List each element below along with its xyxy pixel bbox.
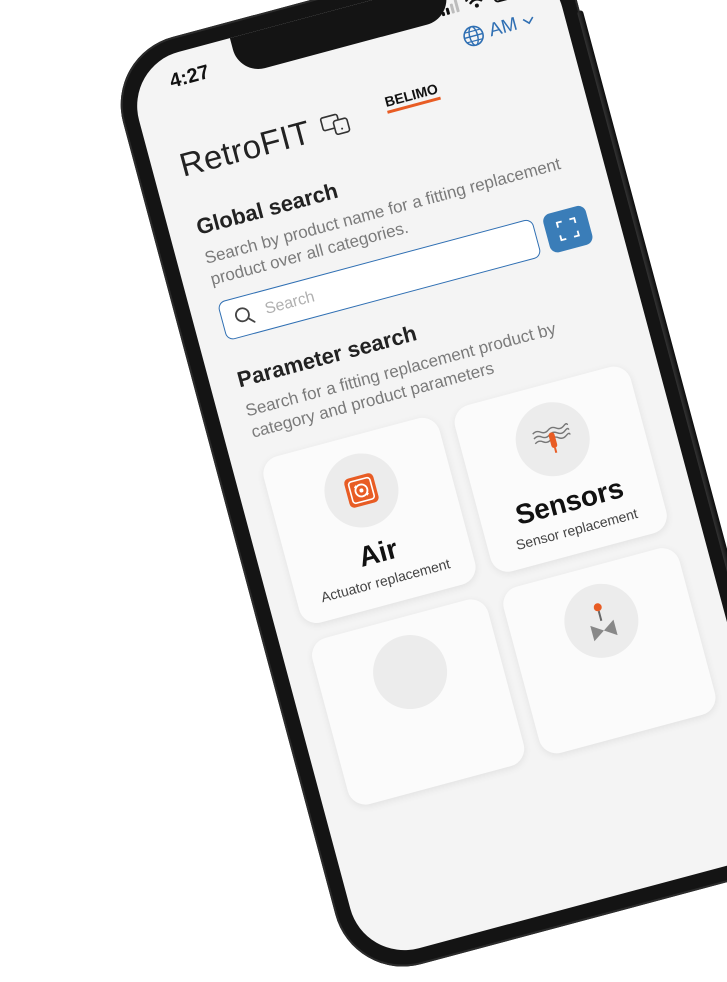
wifi-icon (464, 0, 485, 8)
language-label: AM (486, 13, 520, 42)
category-icon-circle (556, 575, 647, 667)
category-icon-circle (364, 626, 456, 718)
sensor-icon (532, 422, 571, 454)
valve-icon (590, 603, 618, 642)
category-card-4[interactable] (499, 544, 720, 758)
chevron-down-icon (522, 16, 534, 25)
category-grid: Air Actuator replacement Sensors Sensor … (259, 362, 720, 809)
app-title: RetroFIT (175, 113, 315, 184)
parameter-search-section: Parameter search Search for a fitting re… (234, 270, 720, 809)
category-icon-circle (316, 445, 407, 536)
cellular-signal-icon (439, 0, 460, 17)
main-content: Global search Search by product name for… (194, 117, 720, 809)
category-card-sensors[interactable]: Sensors Sensor replacement (450, 362, 671, 576)
phone-frame: 4:27 AM RetroFIT BELIMO Global search Se… (105, 0, 727, 982)
category-icon-circle (507, 393, 599, 485)
category-title: Air (355, 532, 401, 573)
globe-icon (462, 25, 484, 47)
status-time: 4:27 (167, 60, 212, 93)
category-card-air[interactable]: Air Actuator replacement (259, 413, 480, 628)
devices-icon (320, 113, 351, 135)
scan-button[interactable] (541, 204, 595, 255)
category-card-3[interactable] (307, 595, 529, 809)
search-icon (235, 307, 256, 323)
battery-icon (490, 0, 524, 4)
scan-icon (555, 217, 580, 242)
actuator-icon (344, 473, 379, 508)
phone-screen: 4:27 AM RetroFIT BELIMO Global search Se… (124, 0, 727, 963)
belimo-logo: BELIMO (382, 80, 441, 114)
language-selector[interactable]: AM (460, 9, 538, 50)
